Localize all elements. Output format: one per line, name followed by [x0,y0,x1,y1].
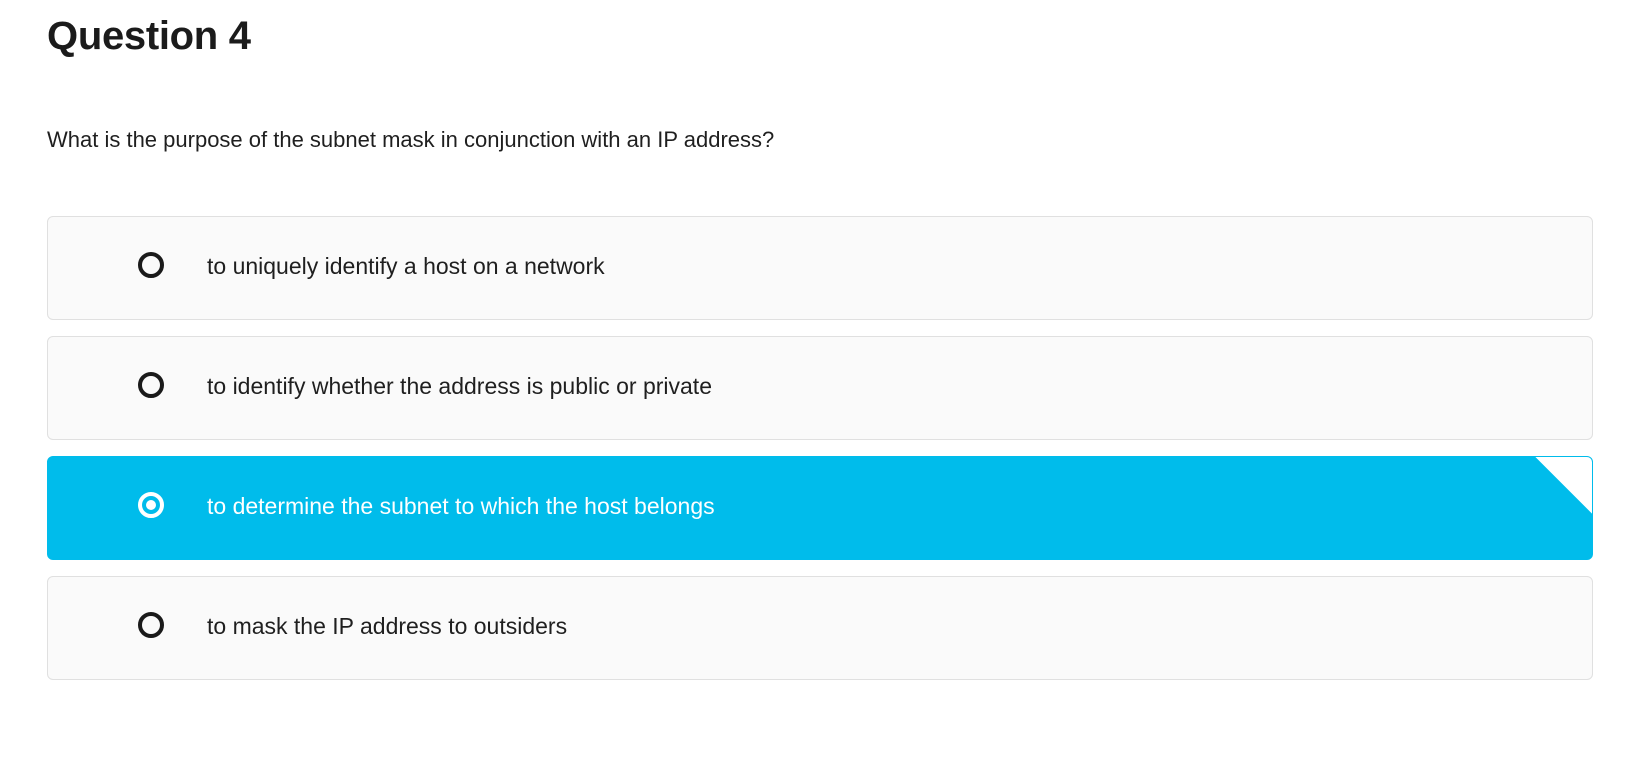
radio-unselected-icon[interactable] [138,372,164,398]
radio-unselected-icon[interactable] [138,252,164,278]
answer-option-3[interactable]: to determine the subnet to which the hos… [47,456,1593,560]
radio-dot-icon [146,500,156,510]
answer-option-label: to identify whether the address is publi… [207,373,712,399]
answer-option-label: to mask the IP address to outsiders [207,613,568,639]
answer-option-2[interactable]: to identify whether the address is publi… [47,336,1593,440]
answer-option-1[interactable]: to uniquely identify a host on a network [47,216,1593,320]
corner-fold-icon [1534,457,1592,515]
answer-option-label: to determine the subnet to which the hos… [207,493,715,519]
question-text: What is the purpose of the subnet mask i… [47,127,775,152]
answer-option-4[interactable]: to mask the IP address to outsiders [47,576,1593,680]
radio-selected-icon[interactable] [138,492,164,518]
question-title: Question 4 [47,14,251,58]
answer-options: to uniquely identify a host on a network… [47,216,1593,696]
radio-unselected-icon[interactable] [138,612,164,638]
answer-option-label: to uniquely identify a host on a network [207,253,605,279]
